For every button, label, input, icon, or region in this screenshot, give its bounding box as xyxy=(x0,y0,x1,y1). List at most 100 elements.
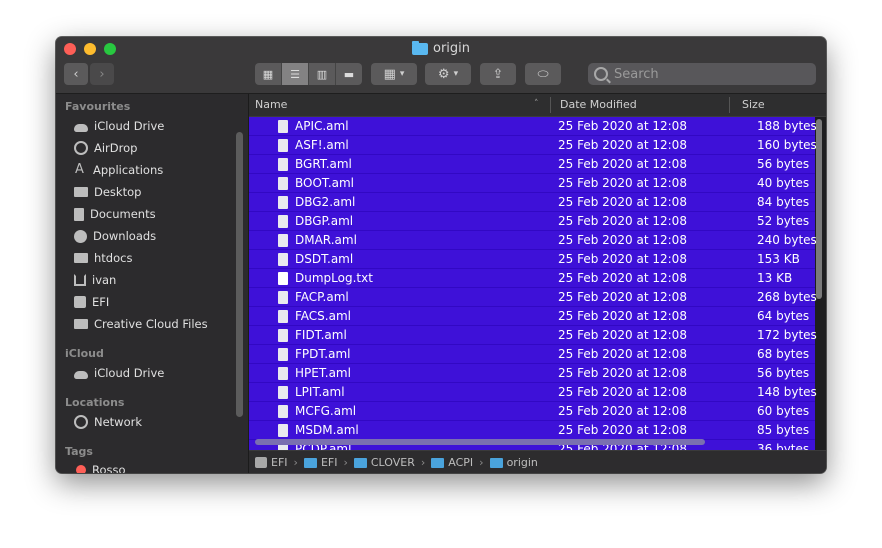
sidebar-heading-icloud: iCloud xyxy=(65,347,104,360)
document-file-icon xyxy=(278,405,288,418)
list-view-icon[interactable]: ☰ xyxy=(282,63,309,85)
tags-button[interactable]: ⬭ xyxy=(525,63,561,85)
icon-view-icon[interactable]: ▦ xyxy=(255,63,282,85)
table-row[interactable]: APIC.aml 25 Feb 2020 at 12:08 188 bytes xyxy=(249,117,817,136)
sidebar-item-icloud-drive[interactable]: iCloud Drive xyxy=(74,364,164,382)
sidebar-item-label: Downloads xyxy=(93,229,157,243)
table-row[interactable]: FPDT.aml 25 Feb 2020 at 12:08 68 bytes xyxy=(249,345,815,364)
horizontal-scrollbar[interactable] xyxy=(255,439,705,445)
sidebar-item-documents[interactable]: Documents xyxy=(74,205,156,223)
file-name: FIDT.aml xyxy=(295,328,347,342)
table-row[interactable]: ASF!.aml 25 Feb 2020 at 12:08 160 bytes xyxy=(249,136,817,155)
view-mode-selector[interactable]: ▦ ☰ ▥ ▬ xyxy=(255,63,362,85)
column-header-name[interactable]: Name xyxy=(255,98,287,111)
path-segment-efi-volume[interactable]: EFI xyxy=(255,456,288,469)
window-title-text: origin xyxy=(432,41,470,56)
table-row[interactable]: MSDM.aml 25 Feb 2020 at 12:08 85 bytes xyxy=(249,421,815,440)
column-header-date-modified[interactable]: Date Modified xyxy=(560,98,637,111)
file-name: FACS.aml xyxy=(295,309,351,323)
document-file-icon xyxy=(278,348,288,361)
gallery-view-icon[interactable]: ▬ xyxy=(336,63,362,85)
table-row[interactable]: BOOT.aml 25 Feb 2020 at 12:08 40 bytes xyxy=(249,174,815,193)
table-row[interactable]: LPIT.aml 25 Feb 2020 at 12:08 148 bytes xyxy=(249,383,817,402)
share-button[interactable]: ⇪ xyxy=(480,63,516,85)
file-name: MCFG.aml xyxy=(295,404,357,418)
file-name: DSDT.aml xyxy=(295,252,354,266)
toolbar: origin ‹ › ▦ ☰ ▥ ▬ ▦ ▾ ⚙ ▾ ⇪ ⬭ Search xyxy=(56,37,826,94)
vertical-scrollbar[interactable] xyxy=(816,119,822,299)
file-name: HPET.aml xyxy=(295,366,351,380)
file-name: LPIT.aml xyxy=(295,385,345,399)
sidebar-item-network[interactable]: Network xyxy=(74,413,142,431)
table-row[interactable]: FACP.aml 25 Feb 2020 at 12:08 268 bytes xyxy=(249,288,817,307)
action-button[interactable]: ⚙ ▾ xyxy=(425,63,471,85)
file-date-modified: 25 Feb 2020 at 12:08 xyxy=(558,157,687,171)
table-row[interactable]: BGRT.aml 25 Feb 2020 at 12:08 56 bytes xyxy=(249,155,815,174)
table-row[interactable]: DumpLog.txt 25 Feb 2020 at 12:08 13 KB xyxy=(249,269,815,288)
path-separator-icon: › xyxy=(479,456,484,469)
table-row[interactable]: DBGP.aml 25 Feb 2020 at 12:08 52 bytes xyxy=(249,212,815,231)
file-size: 160 bytes xyxy=(757,138,817,152)
path-separator-icon: › xyxy=(343,456,348,469)
file-size: 40 bytes xyxy=(757,176,810,190)
path-label: origin xyxy=(506,456,538,469)
path-segment-acpi[interactable]: ACPI xyxy=(431,456,473,469)
forward-button[interactable]: › xyxy=(90,63,114,85)
sidebar-heading-tags: Tags xyxy=(65,445,93,458)
file-name: FACP.aml xyxy=(295,290,349,304)
folder-icon xyxy=(411,40,428,55)
sidebar-scrollbar[interactable] xyxy=(236,132,243,417)
drive-icon xyxy=(255,457,267,468)
path-label: ACPI xyxy=(448,456,474,469)
file-date-modified: 25 Feb 2020 at 12:08 xyxy=(558,214,687,228)
sidebar-item-ivan[interactable]: ivan xyxy=(74,271,116,289)
folder-icon xyxy=(353,457,367,468)
sidebar-item-downloads[interactable]: Downloads xyxy=(74,227,156,245)
cloud-icon xyxy=(74,123,88,132)
table-row[interactable]: HPET.aml 25 Feb 2020 at 12:08 56 bytes xyxy=(249,364,815,383)
table-row[interactable]: FIDT.aml 25 Feb 2020 at 12:08 172 bytes xyxy=(249,326,817,345)
search-placeholder: Search xyxy=(614,66,659,82)
search-field[interactable]: Search xyxy=(588,63,816,85)
folder-icon xyxy=(74,319,88,329)
globe-icon xyxy=(74,415,88,429)
chevron-left-icon: ‹ xyxy=(73,66,79,82)
document-file-icon xyxy=(278,424,288,437)
back-button[interactable]: ‹ xyxy=(64,63,88,85)
group-by-button[interactable]: ▦ ▾ xyxy=(371,63,417,85)
path-segment-origin[interactable]: origin xyxy=(489,456,538,469)
table-row[interactable]: DMAR.aml 25 Feb 2020 at 12:08 240 bytes xyxy=(249,231,817,250)
file-date-modified: 25 Feb 2020 at 12:08 xyxy=(558,385,687,399)
sidebar-item-creative-cloud-files[interactable]: Creative Cloud Files xyxy=(74,315,208,333)
sidebar-item-icloud-drive[interactable]: iCloud Drive xyxy=(74,117,164,135)
window-title: origin xyxy=(56,40,826,56)
file-size: 153 KB xyxy=(757,252,800,266)
sidebar-item-htdocs[interactable]: htdocs xyxy=(74,249,132,267)
table-row[interactable]: FACS.aml 25 Feb 2020 at 12:08 64 bytes xyxy=(249,307,815,326)
table-row[interactable]: DSDT.aml 25 Feb 2020 at 12:08 153 KB xyxy=(249,250,815,269)
file-date-modified: 25 Feb 2020 at 12:08 xyxy=(558,252,687,266)
file-date-modified: 25 Feb 2020 at 12:08 xyxy=(558,347,687,361)
sidebar-item-tag-rosso[interactable]: Rosso xyxy=(74,461,126,473)
document-file-icon xyxy=(278,253,288,266)
document-file-icon xyxy=(278,177,288,190)
drive-icon xyxy=(74,296,86,308)
sidebar-item-airdrop[interactable]: AirDrop xyxy=(74,139,137,157)
sidebar-item-applications[interactable]: Applications xyxy=(74,161,163,179)
sidebar-item-label: Creative Cloud Files xyxy=(94,317,208,331)
sidebar-item-efi[interactable]: EFI xyxy=(74,293,109,311)
table-row[interactable]: DBG2.aml 25 Feb 2020 at 12:08 84 bytes xyxy=(249,193,815,212)
column-header-size[interactable]: Size xyxy=(742,98,765,111)
file-name: ASF!.aml xyxy=(295,138,349,152)
finder-window: origin ‹ › ▦ ☰ ▥ ▬ ▦ ▾ ⚙ ▾ ⇪ ⬭ Search Fa… xyxy=(56,37,826,473)
file-name: BGRT.aml xyxy=(295,157,352,171)
text-file-icon xyxy=(278,272,288,285)
path-segment-efi-folder[interactable]: EFI xyxy=(303,456,337,469)
chevron-down-icon: ▾ xyxy=(399,69,405,79)
table-row[interactable]: MCFG.aml 25 Feb 2020 at 12:08 60 bytes xyxy=(249,402,815,421)
sidebar-item-desktop[interactable]: Desktop xyxy=(74,183,141,201)
column-view-icon[interactable]: ▥ xyxy=(309,63,336,85)
document-file-icon xyxy=(278,386,288,399)
file-date-modified: 25 Feb 2020 at 12:08 xyxy=(558,271,687,285)
path-segment-clover[interactable]: CLOVER xyxy=(353,456,415,469)
